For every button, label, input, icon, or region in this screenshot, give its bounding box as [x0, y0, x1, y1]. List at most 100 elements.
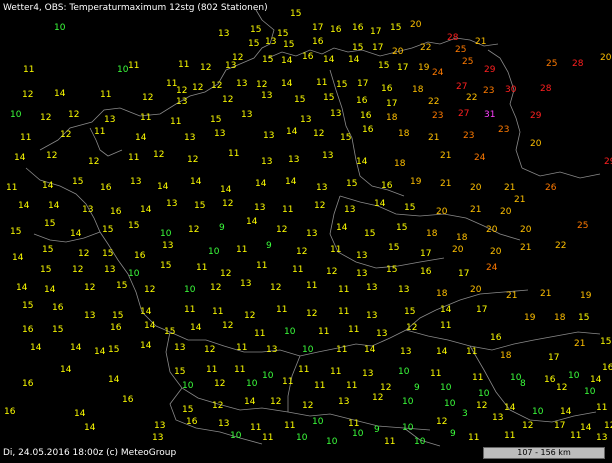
- station-temp-label: 15: [174, 367, 185, 377]
- station-temp-label: 20: [470, 285, 482, 295]
- station-temp-label: 15: [283, 40, 294, 50]
- station-temp-label: 11: [292, 265, 303, 275]
- station-temp-label: 12: [306, 309, 317, 319]
- station-temp-label: 16: [602, 363, 612, 373]
- station-temp-label: 14: [74, 409, 86, 419]
- station-temp-label: 10: [160, 229, 172, 239]
- station-temp-label: 14: [580, 423, 592, 433]
- station-temp-label: 10: [398, 367, 410, 377]
- station-temp-label: 11: [178, 60, 189, 70]
- station-temp-label: 16: [134, 251, 146, 261]
- station-temp-label: 16: [302, 52, 314, 62]
- station-temp-label: 14: [18, 201, 30, 211]
- station-temp-label: 10: [184, 285, 196, 295]
- station-temp-label: 17: [357, 79, 368, 89]
- station-temp-label: 10: [352, 429, 364, 439]
- station-temp-label: 21: [540, 289, 551, 299]
- station-temp-label: 12: [200, 63, 211, 73]
- station-temp-label: 11: [236, 245, 247, 255]
- station-temp-label: 11: [100, 90, 111, 100]
- station-temp-label: 13: [104, 115, 115, 125]
- station-temp-label: 8: [520, 379, 526, 389]
- station-temp-label: 13: [261, 91, 272, 101]
- station-temp-label: 16: [381, 84, 393, 94]
- station-temp-label: 12: [556, 383, 567, 393]
- station-temp-label: 14: [44, 285, 56, 295]
- station-temp-label: 14: [560, 407, 572, 417]
- station-temp-label: 13: [398, 285, 409, 295]
- station-temp-label: 12: [188, 225, 199, 235]
- station-temp-label: 15: [323, 93, 334, 103]
- station-temp-label: 16: [110, 323, 122, 333]
- station-temp-label: 10: [326, 437, 338, 447]
- station-temp-label: 25: [577, 221, 588, 231]
- station-temp-label: 21: [506, 291, 517, 301]
- station-temp-label: 13: [265, 37, 276, 47]
- station-temp-label: 12: [476, 401, 487, 411]
- station-temp-label: 14: [286, 127, 298, 137]
- station-temp-label: 13: [400, 347, 411, 357]
- station-temp-label: 20: [470, 183, 482, 193]
- station-temp-label: 18: [412, 85, 424, 95]
- station-temp-label: 11: [282, 377, 293, 387]
- station-temp-label: 15: [108, 345, 119, 355]
- station-temp-label: 15: [112, 311, 123, 321]
- station-temp-label: 16: [312, 37, 324, 47]
- station-temp-label: 30: [505, 85, 517, 95]
- station-temp-label: 11: [212, 307, 223, 317]
- station-temp-label: 9: [374, 425, 380, 435]
- station-temp-label: 12: [604, 421, 612, 431]
- station-temp-label: 14: [135, 133, 147, 143]
- station-temp-label: 16: [52, 303, 64, 313]
- station-temp-label: 15: [248, 39, 259, 49]
- station-temp-label: 12: [313, 129, 324, 139]
- station-temp-label: 11: [128, 61, 139, 71]
- station-temp-label: 20: [520, 225, 532, 235]
- station-temp-label: 13: [356, 269, 367, 279]
- station-temp-label: 28: [572, 59, 584, 69]
- station-temp-label: 13: [316, 183, 327, 193]
- station-temp-label: 12: [270, 397, 281, 407]
- station-temp-label: 13: [184, 133, 195, 143]
- station-temp-label: 10: [182, 381, 194, 391]
- station-temp-label: 23: [463, 131, 474, 141]
- station-temp-label: 14: [70, 229, 82, 239]
- station-temp-label: 10: [117, 65, 129, 75]
- station-temp-label: 15: [290, 9, 301, 19]
- station-temp-label: 17: [420, 249, 431, 259]
- station-temp-label: 12: [153, 150, 164, 160]
- station-temp-label: 12: [144, 285, 155, 295]
- station-temp-label: 12: [302, 401, 313, 411]
- station-temp-label: 12: [60, 130, 71, 140]
- station-temp-label: 15: [250, 25, 261, 35]
- station-temp-label: 20: [452, 245, 464, 255]
- station-temp-label: 12: [522, 421, 533, 431]
- station-temp-label: 11: [256, 261, 267, 271]
- station-temp-label: 14: [54, 89, 66, 99]
- station-temp-label: 13: [166, 199, 177, 209]
- station-temp-label: 11: [250, 423, 261, 433]
- station-temp-label: 13: [130, 177, 141, 187]
- station-temp-label: 12: [210, 283, 221, 293]
- station-temp-label: 15: [22, 301, 33, 311]
- station-temp-label: 12: [187, 155, 198, 165]
- station-temp-label: 13: [338, 397, 349, 407]
- station-temp-label: 19: [410, 177, 422, 187]
- station-temp-label: 17: [458, 269, 469, 279]
- station-temp-label: 11: [314, 381, 325, 391]
- station-temp-label: 10: [128, 269, 140, 279]
- station-temp-label: 12: [88, 157, 99, 167]
- station-temp-label: 14: [364, 345, 376, 355]
- station-temp-label: 12: [72, 265, 83, 275]
- station-temp-label: 14: [30, 343, 42, 353]
- station-temp-label: 11: [282, 205, 293, 215]
- station-temp-label: 29: [484, 65, 496, 75]
- station-temp-label: 12: [211, 81, 222, 91]
- station-temp-label: 13: [266, 345, 277, 355]
- station-temp-label: 15: [390, 23, 401, 33]
- station-temp-label: 21: [475, 37, 486, 47]
- station-temp-label: 15: [42, 245, 53, 255]
- station-temp-label: 12: [46, 151, 57, 161]
- station-temp-label: 14: [220, 185, 232, 195]
- station-temp-label: 13: [596, 433, 607, 443]
